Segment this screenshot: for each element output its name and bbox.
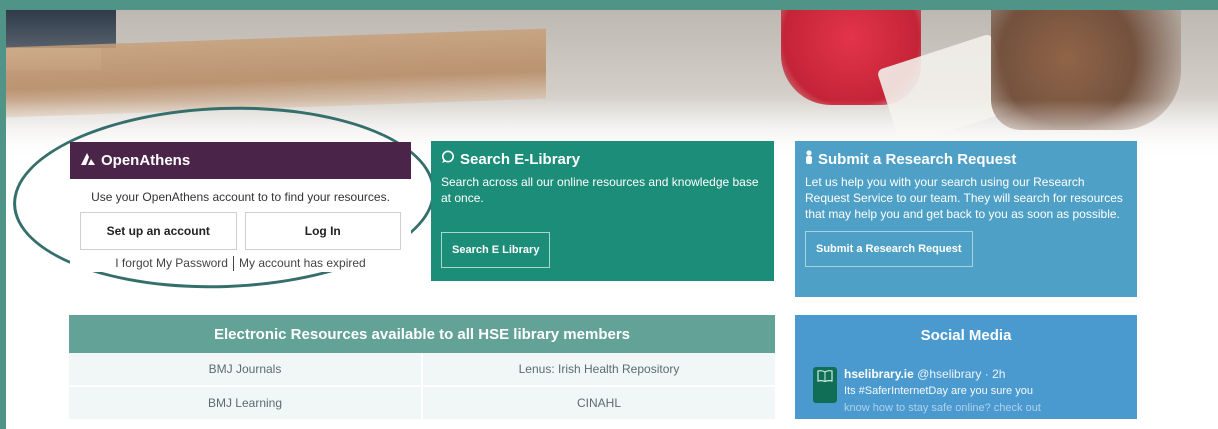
resource-link[interactable]: BMJ Journals bbox=[69, 353, 421, 385]
tweet-time[interactable]: 2h bbox=[992, 367, 1005, 381]
setup-account-button[interactable]: Set up an account bbox=[80, 212, 237, 250]
hero-banner-image bbox=[6, 10, 1218, 160]
resource-link[interactable]: CINAHL bbox=[421, 387, 775, 419]
research-request-card: Submit a Research Request Let us help yo… bbox=[795, 141, 1137, 297]
search-elibrary-title: Search E-Library bbox=[460, 150, 581, 168]
search-elibrary-card: Search E-Library Search across all our o… bbox=[431, 141, 774, 281]
resource-row: BMJ Learning CINAHL bbox=[69, 387, 775, 421]
tweet[interactable]: hselibrary.ie @hselibrary · 2h Its #Safe… bbox=[813, 367, 1137, 415]
avatar[interactable] bbox=[813, 367, 837, 403]
tweet-author[interactable]: hselibrary.ie bbox=[844, 367, 914, 381]
openathens-description: Use your OpenAthens account to to find y… bbox=[91, 190, 390, 204]
search-elibrary-button[interactable]: Search E Library bbox=[441, 232, 551, 268]
link-divider bbox=[232, 256, 234, 272]
tweet-text-continued: know how to stay safe online? check out bbox=[844, 402, 1041, 414]
social-media-title: Social Media bbox=[920, 327, 1012, 344]
electronic-resources-title: Electronic Resources available to all HS… bbox=[69, 315, 775, 353]
resource-row: BMJ Journals Lenus: Irish Health Reposit… bbox=[69, 353, 775, 387]
research-request-title: Submit a Research Request bbox=[818, 150, 1017, 168]
search-elibrary-description: Search across all our online resources a… bbox=[441, 175, 759, 205]
login-button[interactable]: Log In bbox=[244, 212, 401, 250]
resource-link[interactable]: BMJ Learning bbox=[69, 387, 421, 419]
book-icon bbox=[817, 370, 833, 382]
openathens-logo-icon bbox=[80, 152, 96, 170]
openathens-header: OpenAthens bbox=[70, 142, 411, 179]
openathens-title: OpenAthens bbox=[101, 152, 191, 169]
tweet-dot: · bbox=[984, 367, 989, 381]
search-elibrary-header: Search E-Library bbox=[441, 150, 764, 168]
account-expired-link[interactable]: My account has expired bbox=[239, 256, 366, 270]
submit-research-request-button[interactable]: Submit a Research Request bbox=[805, 231, 973, 267]
tweet-handle[interactable]: @hselibrary bbox=[917, 367, 981, 381]
tweet-header: hselibrary.ie @hselibrary · 2h bbox=[844, 367, 1041, 381]
tweet-text: Its #SaferInternetDay are you sure you bbox=[844, 385, 1033, 397]
user-icon bbox=[805, 150, 813, 168]
social-media-panel: Social Media hselibrary.ie @hselibrary ·… bbox=[795, 315, 1137, 419]
research-request-description: Let us help you with your search using o… bbox=[805, 175, 1123, 221]
search-icon bbox=[441, 150, 455, 168]
openathens-card: OpenAthens Use your OpenAthens account t… bbox=[70, 142, 411, 272]
electronic-resources-panel: Electronic Resources available to all HS… bbox=[69, 315, 775, 421]
forgot-password-link[interactable]: I forgot My Password bbox=[115, 256, 228, 270]
resource-link[interactable]: Lenus: Irish Health Repository bbox=[421, 353, 775, 385]
research-request-header: Submit a Research Request bbox=[805, 150, 1127, 168]
